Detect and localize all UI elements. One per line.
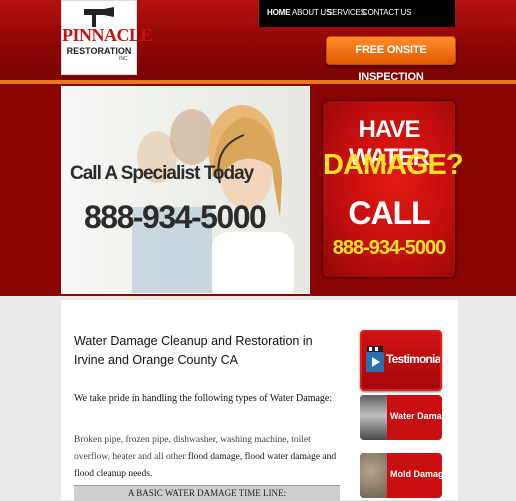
free-inspection-button[interactable]: FREE ONSITE INSPECTION xyxy=(326,36,456,83)
intro-text: We take pride in handling the following … xyxy=(74,393,333,404)
water-damage-label: Water Damage xyxy=(390,411,442,421)
hero-banner: Call A Specialist Today 888-934-5000 xyxy=(61,86,310,294)
top-nav: HOME ABOUT US SERVICES CONTACT US xyxy=(259,0,455,27)
mold-image xyxy=(360,453,387,498)
nav-services[interactable]: SERVICES xyxy=(327,8,366,17)
nav-contact-us[interactable]: CONTACT US xyxy=(362,8,411,17)
water-damage-promo[interactable]: HAVE WATER DAMAGE? CALL 888-934-5000 xyxy=(323,101,464,277)
hammer-icon xyxy=(84,7,114,27)
page-heading: Water Damage Cleanup and Restoration in … xyxy=(74,334,313,367)
testimonials-button[interactable]: Testimonials xyxy=(360,330,442,391)
logo-inc: INC xyxy=(119,56,128,62)
main-content: Water Damage Cleanup and Restoration in … xyxy=(61,300,458,501)
film-icon xyxy=(366,346,384,372)
water-damage-button[interactable]: Water Damage xyxy=(360,395,442,440)
nav-home[interactable]: HOME xyxy=(267,8,290,17)
testimonials-label: Testimonials xyxy=(386,352,441,366)
hero-photo xyxy=(132,105,294,293)
hero-phone[interactable]: 888-934-5000 xyxy=(84,199,267,236)
promo-line-3: CALL xyxy=(348,195,430,231)
damage-types-text: Broken pipe, frozen pipe, dishwasher, wa… xyxy=(74,432,344,483)
pipe-image xyxy=(360,395,387,440)
mold-damage-label: Mold Damage xyxy=(390,469,442,479)
site-logo[interactable]: PINNACLE RESTORATION INC xyxy=(61,0,153,75)
promo-phone: 888-934-5000 xyxy=(332,237,447,259)
logo-subtitle: RESTORATION xyxy=(66,46,132,56)
mold-damage-button[interactable]: Mold Damage xyxy=(360,453,442,498)
hero-tagline: Call A Specialist Today xyxy=(70,163,254,184)
logo-brand: PINNACLE xyxy=(62,25,153,45)
nav-about-us[interactable]: ABOUT US xyxy=(292,8,331,17)
promo-line-2: DAMAGE? xyxy=(323,149,464,181)
timeline-header: A BASIC WATER DAMAGE TIME LINE: xyxy=(74,485,340,501)
